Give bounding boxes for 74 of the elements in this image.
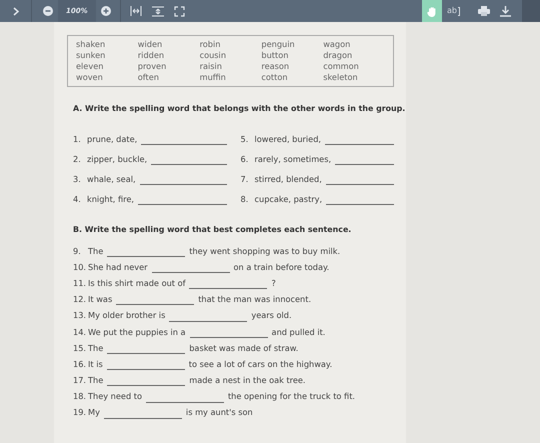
sentence-text: The [88, 342, 104, 354]
sentence-text: made a nest in the oak tree. [189, 374, 306, 386]
item-number: 2. [73, 152, 82, 165]
toolbar-panel [522, 0, 540, 22]
word-group-text: cupcake, pastry, [254, 192, 322, 205]
item-number: 11. [73, 276, 86, 290]
word-group-text: knight, fire, [87, 192, 134, 205]
item-number: 1. [73, 132, 82, 145]
spelling-word: common [323, 61, 360, 72]
spelling-word: robin [200, 39, 222, 50]
item-number: 19. [73, 406, 86, 419]
item-number: 4. [73, 192, 82, 205]
sentence-text: It was [88, 293, 112, 306]
sentence-text: ? [271, 276, 276, 290]
sentence-text: The [88, 374, 104, 386]
sentence-text: basket was made of straw. [189, 342, 298, 354]
spelling-word: dragon [323, 50, 354, 61]
sentence-text: to see a lot of cars on the highway. [188, 358, 332, 370]
spelling-word: widen [138, 39, 164, 50]
word-group-text: rarely, sometimes, [254, 152, 332, 165]
item-number: 16. [73, 358, 86, 370]
item-number: 7. [240, 172, 250, 185]
sentence-text: Is this shirt made out of [88, 276, 186, 290]
item-number: 5. [240, 132, 250, 145]
spelling-word: often [138, 72, 160, 83]
word-group-text: stirred, blended, [254, 172, 322, 185]
sentence-text: is my aunt's son [186, 406, 253, 419]
word-group-text: lowered, buried, [254, 132, 322, 145]
item-number: 15. [73, 342, 86, 354]
item-number: 13. [73, 309, 86, 322]
spelling-word: penguin [261, 39, 296, 50]
sentence-text: They need to [88, 390, 142, 403]
spelling-word: cousin [200, 50, 228, 61]
sentence-text: years old. [251, 309, 292, 322]
sentence-text: We put the puppies in a [88, 326, 186, 338]
spelling-word: wagon [323, 39, 352, 50]
sentence-text: they went shopping was to buy milk. [189, 244, 340, 257]
item-number: 8. [240, 192, 250, 205]
sentence-text: that the man was innocent. [198, 293, 312, 306]
item-number: 14. [73, 326, 86, 338]
item-number: 9. [73, 244, 82, 257]
sentence-text: and pulled it. [272, 326, 326, 338]
spelling-word: reason [261, 61, 290, 72]
hand-tool[interactable] [422, 0, 442, 22]
item-number: 10. [73, 260, 86, 274]
sentence-text: on a train before today. [234, 260, 330, 274]
word-group-text: zipper, buckle, [87, 152, 148, 165]
spelling-word: woven [76, 72, 104, 83]
spelling-word: sunken [76, 50, 106, 61]
item-number: 12. [73, 293, 86, 306]
item-number: 18. [73, 390, 86, 403]
text-select-tool[interactable]: ab [442, 0, 465, 22]
spelling-word: ridden [138, 50, 166, 61]
item-number: 3. [73, 172, 82, 185]
sentence-text: My older brother is [88, 309, 166, 322]
sentence-text: My [88, 406, 100, 419]
spelling-word: proven [138, 61, 168, 72]
word-group-text: whale, seal, [87, 172, 136, 185]
spelling-word: button [261, 50, 290, 61]
item-number: 17. [73, 374, 86, 386]
sentence-text: It is [88, 358, 103, 370]
hand-icon [427, 6, 438, 16]
sentence-text: The [88, 244, 104, 257]
spelling-word: raisin [200, 61, 223, 72]
text-cursor-icon [458, 6, 460, 16]
item-number: 6. [240, 152, 250, 165]
word-group-text: prune, date, [87, 132, 138, 145]
spelling-word: cotton [261, 72, 289, 83]
sentence-text: the opening for the truck to fit. [228, 390, 356, 403]
spelling-word: skeleton [323, 72, 359, 83]
sentence-text: She had never [88, 260, 148, 274]
spelling-word: muffin [200, 72, 227, 83]
spelling-word: eleven [76, 61, 104, 72]
spelling-word: shaken [76, 39, 106, 50]
